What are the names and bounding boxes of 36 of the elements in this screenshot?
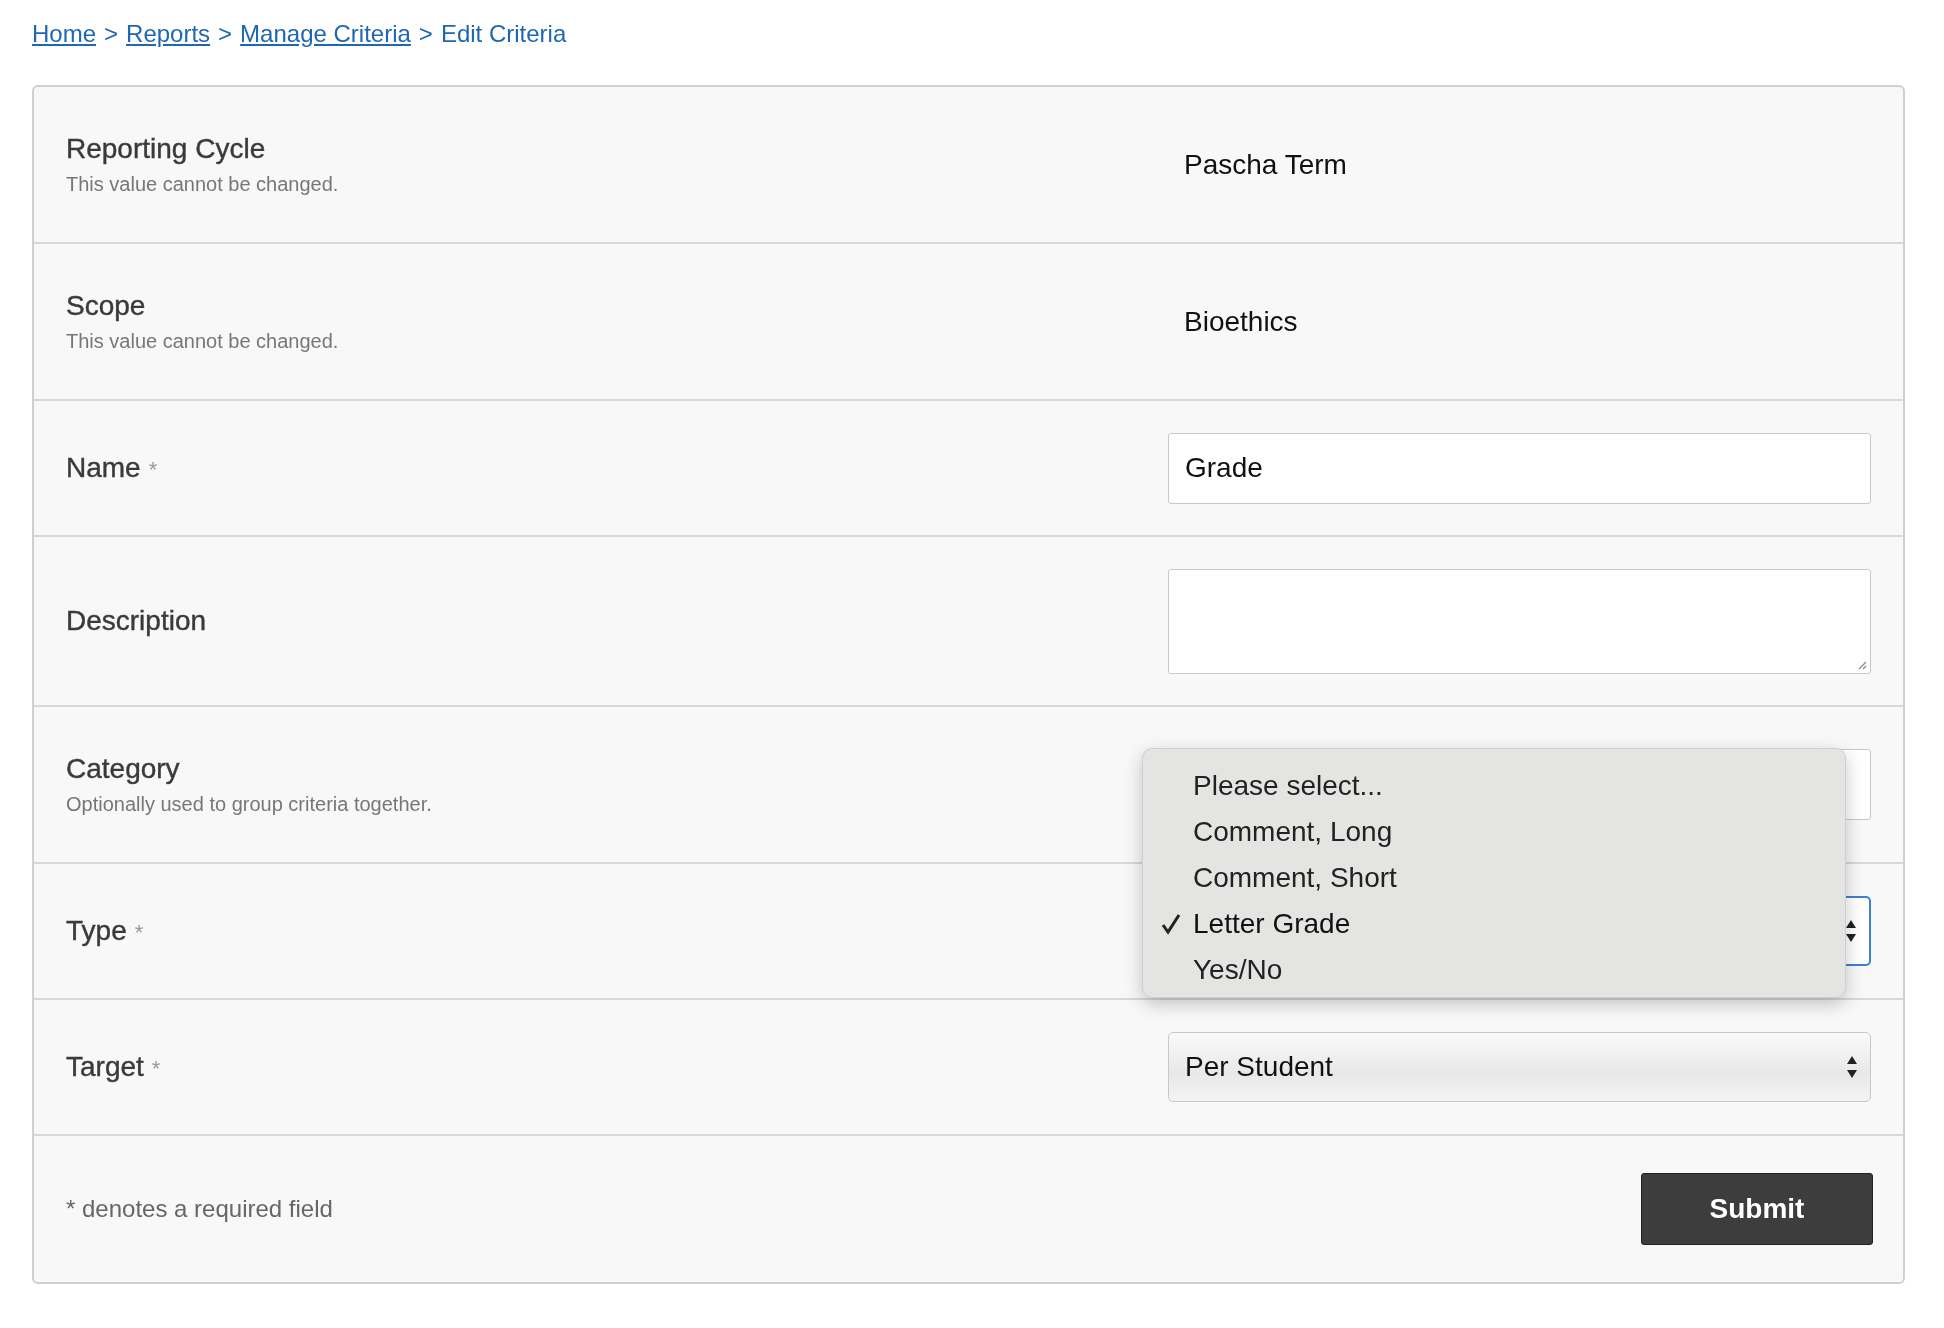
field-value: Pascha Term bbox=[1183, 148, 1347, 180]
checkmark-icon bbox=[1161, 913, 1181, 935]
field-label: Target bbox=[66, 1051, 144, 1083]
field-hint: This value cannot be changed. bbox=[66, 330, 340, 353]
field-label: Scope bbox=[66, 290, 146, 322]
breadcrumb-link[interactable]: Home bbox=[32, 20, 97, 48]
field-value: Bioethics bbox=[1183, 305, 1298, 337]
field-hint: Optionally used to group criteria together. bbox=[66, 793, 433, 816]
updown-arrows-icon bbox=[1846, 1055, 1858, 1079]
field-label: Reporting Cycle bbox=[66, 133, 266, 165]
breadcrumb-link[interactable]: Manage Criteria bbox=[240, 20, 411, 48]
select-field[interactable]: Per Student bbox=[1168, 1032, 1871, 1102]
submit-button[interactable]: Submit bbox=[1641, 1173, 1873, 1245]
field-hint: This value cannot be changed. bbox=[66, 173, 340, 196]
breadcrumb-link[interactable]: Reports bbox=[126, 20, 211, 48]
field-label: Description bbox=[66, 605, 207, 637]
text-input[interactable]: Grade bbox=[1168, 432, 1871, 504]
required-note: * denotes a required field bbox=[66, 1195, 333, 1223]
required-mark: * bbox=[148, 457, 158, 483]
dropdown-option[interactable]: Please select... bbox=[1143, 763, 1845, 809]
breadcrumb-separator: > bbox=[218, 20, 233, 48]
description-textarea[interactable] bbox=[1168, 568, 1871, 674]
dropdown-option[interactable]: Comment, Short bbox=[1143, 855, 1845, 901]
breadcrumb-separator: > bbox=[104, 20, 119, 48]
field-label: Type bbox=[66, 915, 127, 947]
dropdown-option[interactable]: Comment, Long bbox=[1143, 809, 1845, 855]
dropdown-option[interactable]: Letter Grade bbox=[1143, 901, 1845, 947]
updown-arrows-icon bbox=[1845, 919, 1857, 943]
breadcrumb-separator: > bbox=[418, 20, 433, 48]
dropdown-option[interactable]: Yes/No bbox=[1143, 947, 1845, 993]
required-mark: * bbox=[134, 920, 144, 946]
required-mark: * bbox=[151, 1056, 161, 1082]
field-label: Category bbox=[66, 753, 180, 785]
resize-grip-icon bbox=[1857, 659, 1867, 670]
field-label: Name bbox=[66, 452, 141, 484]
breadcrumb-current: Edit Criteria bbox=[440, 20, 567, 48]
